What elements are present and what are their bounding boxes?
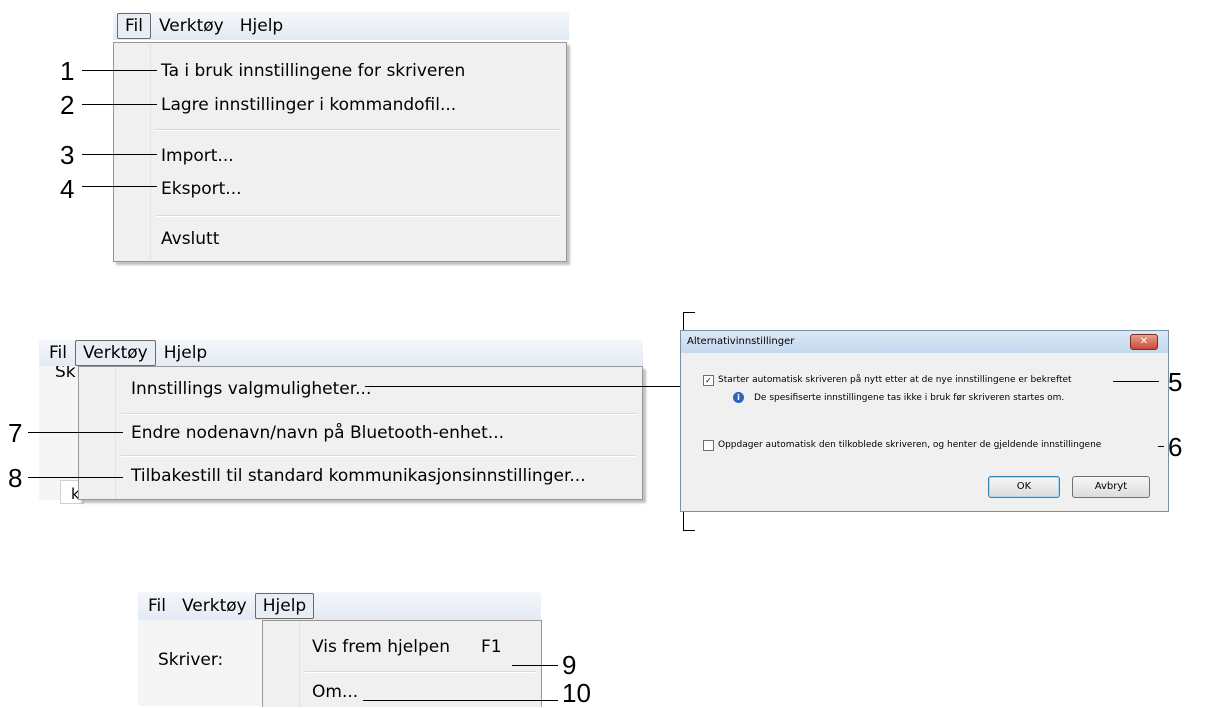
menu-item-about[interactable]: Om... — [312, 682, 358, 702]
callout-9: 9 — [562, 650, 577, 680]
menu-hjelp[interactable]: Hjelp — [156, 340, 215, 366]
printer-label: Skriver: — [158, 650, 224, 670]
callout-7: 7 — [8, 418, 23, 448]
fil-dropdown: Ta i bruk innstillingene for skriveren L… — [113, 42, 567, 262]
dialog-title: Alternativinnstillinger — [687, 336, 795, 347]
menu-verktoy[interactable]: Verktøy — [151, 13, 232, 39]
menu-fil[interactable]: Fil — [117, 13, 151, 39]
callout-4: 4 — [60, 174, 75, 204]
menu-item-apply-settings[interactable]: Ta i bruk innstillingene for skriveren — [161, 61, 465, 81]
hjelp-dropdown: Vis frem hjelpen F1 Om... — [262, 620, 542, 707]
callout-line — [365, 386, 683, 387]
menubar-hjelp-section: Fil Verktøy Hjelp — [138, 592, 541, 620]
callout-8: 8 — [8, 463, 23, 493]
menu-item-exit[interactable]: Avslutt — [161, 229, 219, 249]
menu-item-export[interactable]: Eksport... — [161, 179, 242, 199]
callout-6: 6 — [1168, 432, 1183, 462]
menu-separator — [156, 215, 560, 217]
callout-2: 2 — [60, 90, 75, 120]
info-text: De spesifiserte innstillingene tas ikke … — [754, 393, 1065, 403]
menu-item-settings-options[interactable]: Innstillings valgmuligheter... — [131, 379, 371, 399]
menubar-verktoy-section: Fil Verktøy Hjelp — [39, 340, 643, 366]
dialog-titlebar: Alternativinnstillinger — [681, 331, 1168, 353]
callout-line — [82, 104, 157, 105]
callout-5: 5 — [1168, 367, 1183, 397]
menu-hjelp[interactable]: Hjelp — [232, 13, 291, 39]
bracket-bottom — [683, 530, 695, 531]
menu-item-change-node-name[interactable]: Endre nodenavn/navn på Bluetooth-enhet..… — [131, 423, 504, 443]
bracket-top — [683, 312, 695, 313]
auto-detect-label: Oppdager automatisk den tilkoblede skriv… — [718, 440, 1102, 450]
menu-verktoy[interactable]: Verktøy — [75, 340, 156, 366]
shortcut-f1: F1 — [481, 637, 502, 657]
auto-restart-checkbox[interactable]: ✓ — [703, 375, 714, 386]
menu-hjelp[interactable]: Hjelp — [254, 593, 315, 619]
menu-separator — [156, 129, 560, 131]
menu-item-import[interactable]: Import... — [161, 146, 234, 166]
callout-10: 10 — [562, 678, 591, 708]
menu-separator — [305, 671, 535, 673]
auto-detect-checkbox[interactable] — [703, 440, 714, 451]
callout-line — [1158, 446, 1164, 447]
callout-3: 3 — [60, 140, 75, 170]
callout-line — [28, 477, 123, 478]
callout-line — [82, 154, 157, 155]
callout-line — [82, 186, 157, 187]
callout-line — [1113, 381, 1159, 382]
menu-fil[interactable]: Fil — [140, 593, 174, 619]
callout-1: 1 — [60, 56, 75, 86]
menu-separator — [121, 413, 636, 415]
callout-line — [363, 700, 558, 701]
menu-item-show-help[interactable]: Vis frem hjelpen — [312, 637, 450, 657]
callout-line — [28, 432, 123, 433]
ok-button[interactable]: OK — [988, 476, 1060, 498]
menubar-fil-section: Fil Verktøy Hjelp — [113, 12, 569, 40]
info-icon: i — [733, 392, 744, 403]
menu-verktoy[interactable]: Verktøy — [174, 593, 255, 619]
close-icon[interactable]: ✕ — [1130, 334, 1158, 350]
options-dialog: Alternativinnstillinger ✕ ✓ Starter auto… — [680, 330, 1169, 512]
menu-fil[interactable]: Fil — [41, 340, 75, 366]
menu-item-save-command-file[interactable]: Lagre innstillinger i kommandofil... — [161, 95, 456, 115]
callout-line — [82, 70, 157, 71]
cancel-button[interactable]: Avbryt — [1072, 476, 1150, 498]
callout-line — [512, 665, 558, 666]
menu-item-reset-communication[interactable]: Tilbakestill til standard kommunikasjons… — [131, 466, 586, 486]
auto-restart-label: Starter automatisk skriveren på nytt ett… — [718, 375, 1072, 385]
menu-separator — [121, 455, 636, 457]
